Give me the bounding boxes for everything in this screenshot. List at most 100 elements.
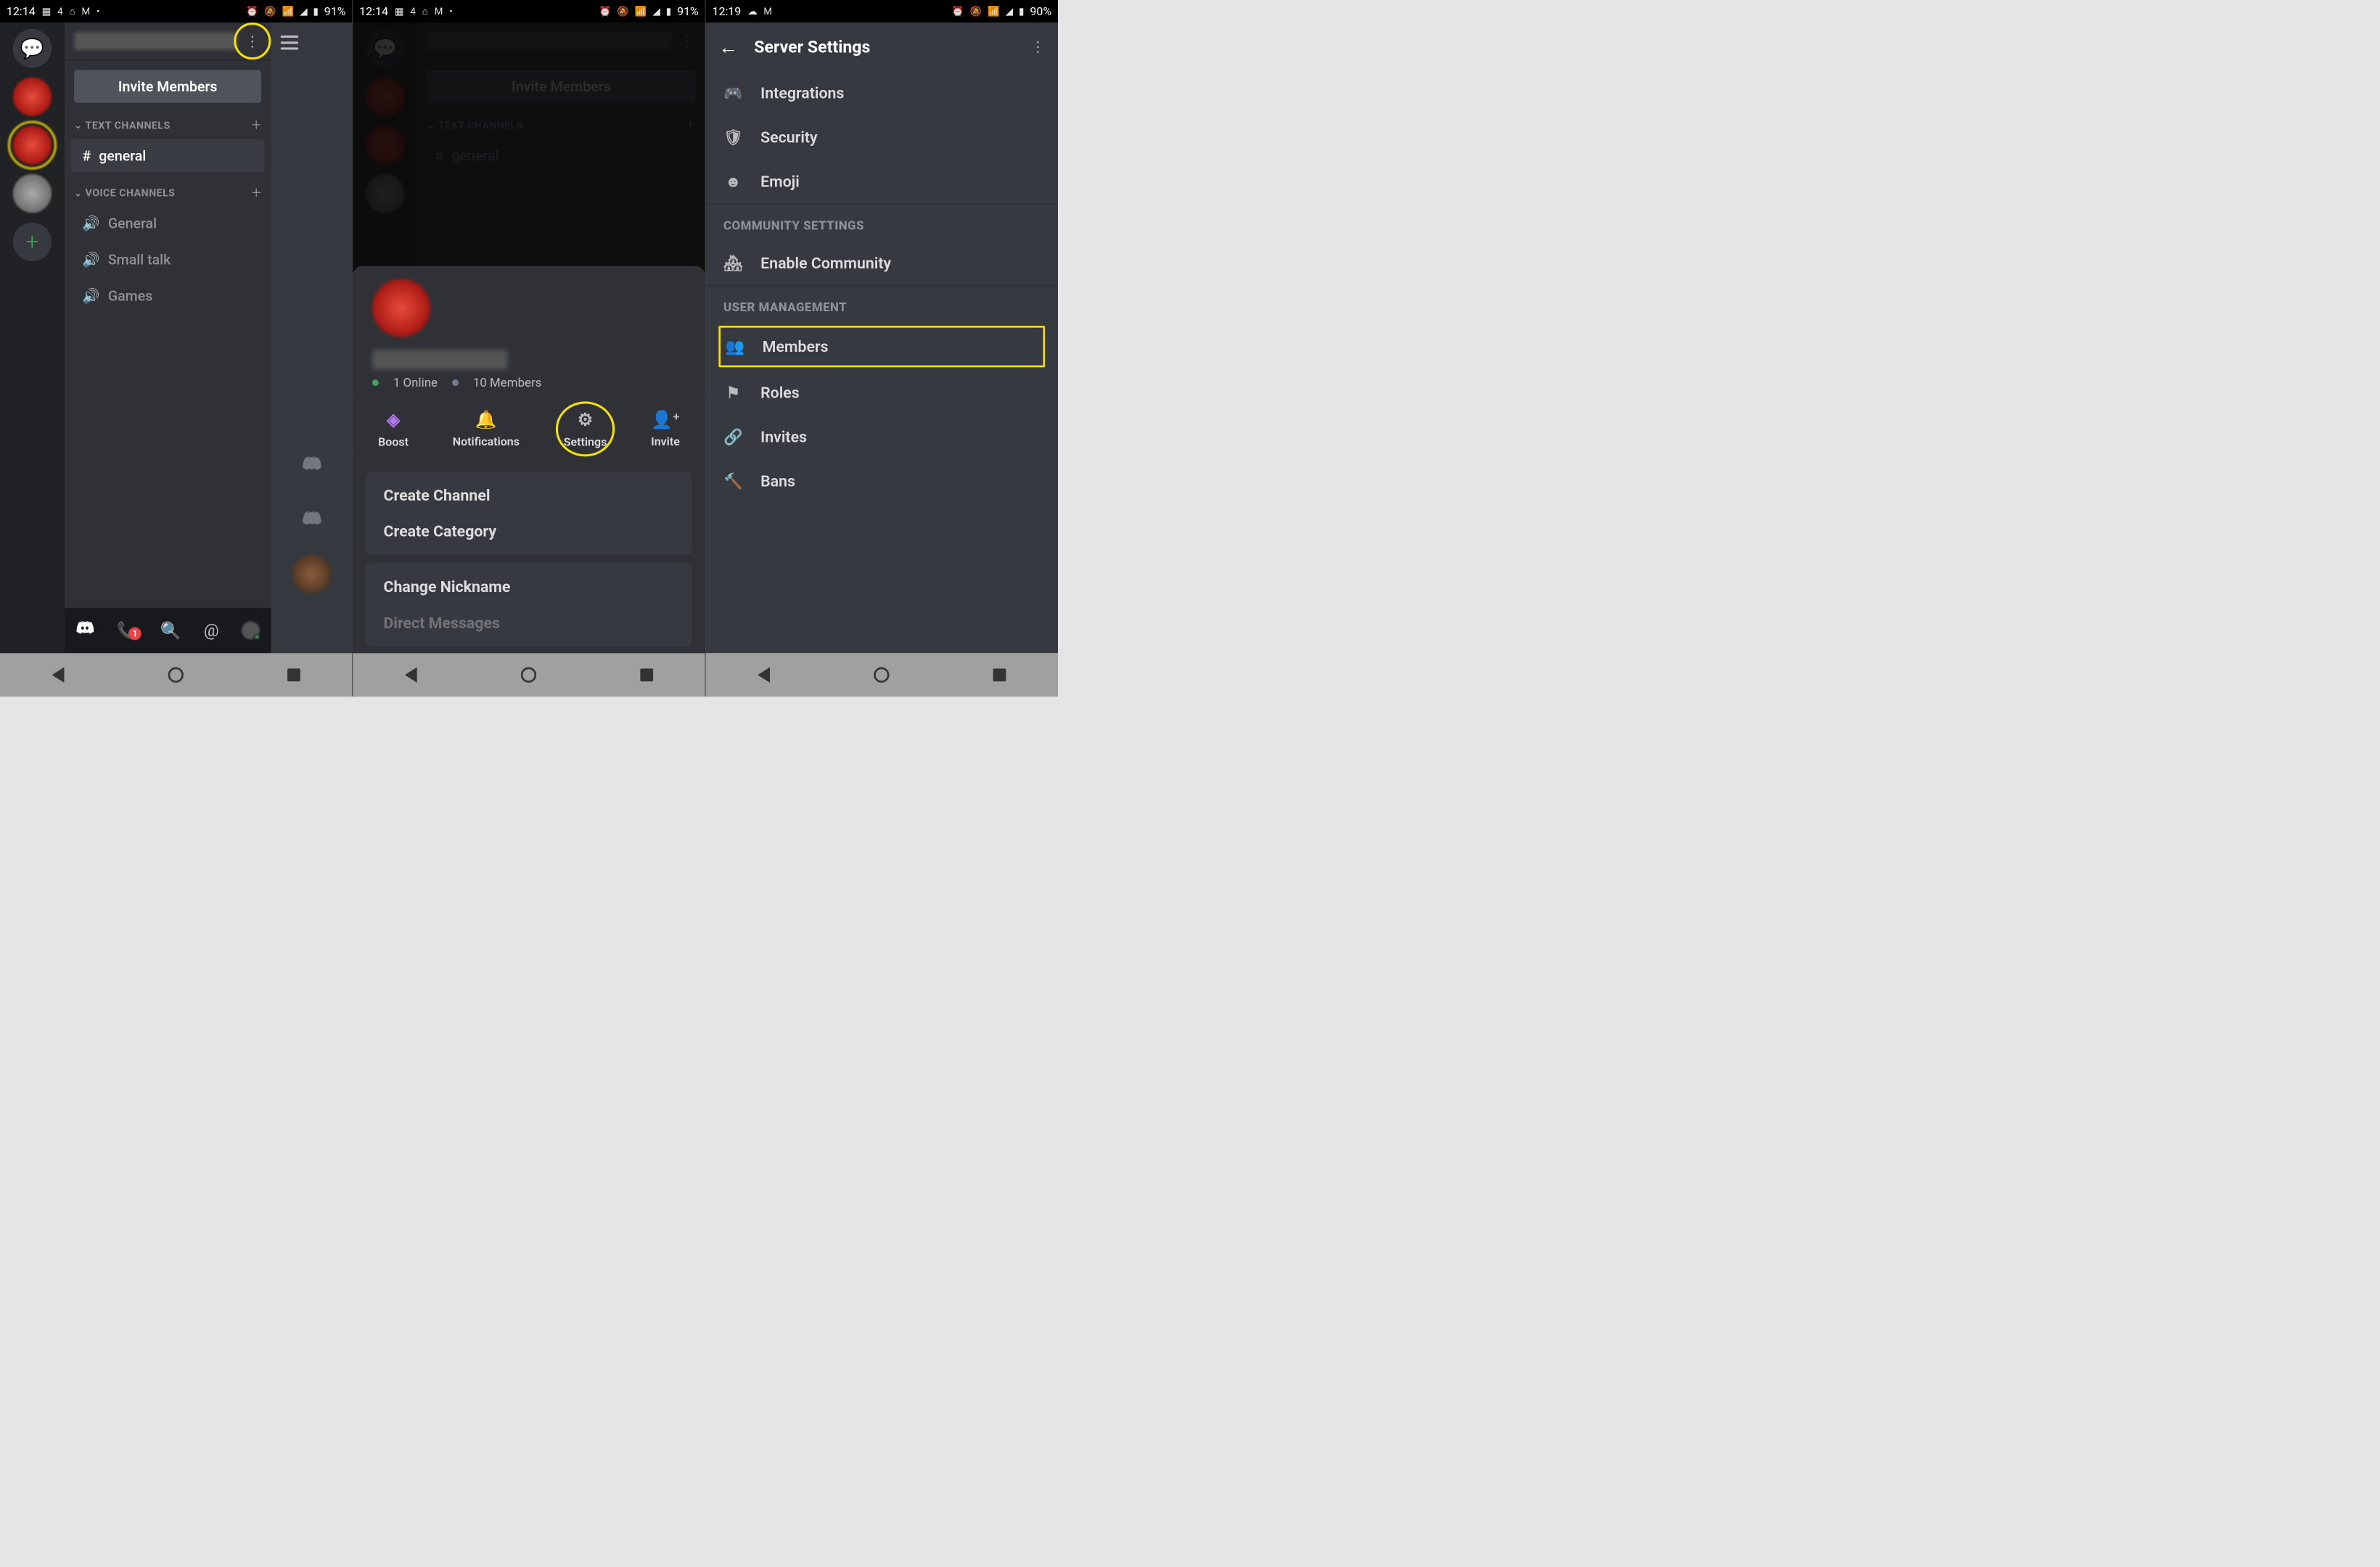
nav-friends-icon[interactable]: 📞1: [117, 620, 138, 640]
nav-back-button[interactable]: [405, 667, 417, 682]
voice-channel-games[interactable]: 🔊 Games: [71, 279, 265, 312]
gear-icon: ⚙: [578, 410, 594, 430]
cloud-icon: ⌂: [70, 6, 75, 17]
create-category-item[interactable]: Create Category: [384, 522, 675, 540]
status-bar: 12:14 ▦ 4 ⌂ M • ⏰ 🔕 📶 ◢ ▮ 91%: [0, 0, 352, 22]
nav-avatar[interactable]: [242, 622, 260, 640]
mute-icon: 🔕: [264, 6, 276, 17]
members-count: 10 Members: [473, 376, 542, 390]
more-button[interactable]: ⋮: [1031, 38, 1046, 55]
server-name: [74, 32, 237, 49]
voice-channel-general[interactable]: 🔊 General: [71, 207, 265, 239]
invites-item[interactable]: 🔗 Invites: [706, 415, 1058, 459]
alarm-icon: ⏰: [246, 6, 258, 17]
nav-home-button[interactable]: [874, 667, 889, 682]
hash-icon: #: [82, 147, 91, 164]
wifi-icon: 📶: [635, 6, 647, 17]
chevron-down-icon: ⌄: [74, 120, 82, 131]
nav-home-button[interactable]: [521, 667, 536, 682]
emoji-icon: ☻: [723, 172, 743, 190]
voice-channel-smalltalk[interactable]: 🔊 Small talk: [71, 243, 265, 276]
text-channels-header[interactable]: ⌄ TEXT CHANNELS +: [65, 112, 271, 138]
message-column: [271, 22, 352, 653]
member-avatar-3[interactable]: [292, 555, 331, 593]
enable-community-item[interactable]: 🏘 Enable Community: [706, 241, 1058, 285]
integrations-item[interactable]: 🎮 Integrations: [706, 71, 1058, 115]
nav-home-button[interactable]: [168, 667, 184, 682]
invite-button[interactable]: 👤⁺ Invite: [651, 410, 680, 449]
image-icon: ▦: [42, 6, 52, 17]
status-bar: 12:19 ☁ M ⏰ 🔕 📶 ◢ ▮ 90%: [706, 0, 1058, 22]
m-icon: M: [763, 6, 772, 17]
roles-item[interactable]: ⚑ Roles: [706, 371, 1058, 415]
add-server-button[interactable]: +: [13, 223, 52, 261]
cloud-icon: ☁: [747, 6, 757, 17]
battery-percent: 90%: [1030, 4, 1051, 18]
nav-back-button[interactable]: [52, 667, 65, 682]
dot-icon: •: [449, 6, 453, 17]
community-settings-header: COMMUNITY SETTINGS: [706, 203, 1058, 241]
emoji-item[interactable]: ☻ Emoji: [706, 160, 1058, 204]
notifications-button[interactable]: 🔔 Notifications: [453, 410, 520, 449]
mute-icon: 🔕: [617, 6, 629, 17]
member-avatar-1[interactable]: [292, 445, 331, 483]
status-time: 12:14: [359, 4, 388, 18]
signal-icon: ◢: [652, 6, 660, 17]
battery-percent: 91%: [324, 4, 346, 18]
server-icon-3[interactable]: [13, 174, 52, 213]
nav-recents-button[interactable]: [993, 668, 1006, 681]
link-icon: 🔗: [723, 427, 743, 445]
security-item[interactable]: 🛡 Security: [706, 115, 1058, 160]
server-more-button[interactable]: ⋮: [244, 32, 261, 49]
phone-2: 12:14 ▦ 4 ⌂ M • ⏰ 🔕 📶 ◢ ▮ 91% 💬: [352, 0, 705, 696]
nav-back-button[interactable]: [758, 667, 770, 682]
settings-header: ← Server Settings ⋮: [706, 22, 1058, 71]
create-channel-item[interactable]: Create Channel: [384, 486, 675, 504]
speaker-icon: 🔊: [82, 287, 99, 304]
signal-icon: ◢: [300, 6, 307, 17]
boost-button[interactable]: ◈ Boost: [378, 410, 409, 449]
server-icon-1[interactable]: [13, 78, 52, 116]
phone-3: 12:19 ☁ M ⏰ 🔕 📶 ◢ ▮ 90% ← Server Setting…: [705, 0, 1058, 696]
add-text-channel-button[interactable]: +: [252, 116, 261, 135]
nav-recents-button[interactable]: [287, 668, 300, 681]
invite-members-button[interactable]: Invite Members: [74, 70, 261, 102]
server-list: 💬 +: [0, 22, 65, 653]
channel-list: ⋮ Invite Members ⌄ TEXT CHANNELS + # gen…: [65, 22, 271, 653]
change-nickname-item[interactable]: Change Nickname: [384, 577, 675, 596]
member-avatar-2[interactable]: [292, 500, 331, 538]
wifi-icon: 📶: [988, 6, 1000, 17]
channel-general[interactable]: # general: [71, 139, 265, 172]
image-icon: ▦: [395, 6, 404, 17]
alarm-icon: ⏰: [599, 6, 612, 17]
sheet-card-1: Create Channel Create Category: [366, 472, 692, 555]
members-item[interactable]: 👥 Members: [718, 326, 1045, 367]
nav-search-icon[interactable]: 🔍: [160, 620, 181, 640]
nav-recents-button[interactable]: [640, 668, 653, 681]
cloud-icon: ⌂: [422, 6, 428, 17]
nav-discord-icon[interactable]: [76, 620, 94, 642]
android-nav: [353, 653, 705, 696]
battery-percent: 91%: [677, 4, 699, 18]
direct-messages-item[interactable]: Direct Messages: [384, 614, 675, 632]
invite-icon: 👤⁺: [651, 410, 680, 430]
online-count: 1 Online: [393, 376, 438, 390]
dm-button[interactable]: 💬: [13, 29, 52, 67]
bans-item[interactable]: 🔨 Bans: [706, 459, 1058, 503]
back-button[interactable]: ←: [718, 36, 738, 59]
discord-bottom-nav: 📞1 🔍 @: [65, 608, 271, 653]
add-voice-channel-button[interactable]: +: [252, 184, 261, 202]
speaker-icon: 🔊: [82, 215, 99, 231]
hamburger-icon[interactable]: [281, 36, 298, 50]
voice-channels-header[interactable]: ⌄ VOICE CHANNELS +: [65, 180, 271, 205]
community-icon: 🏘: [723, 254, 743, 272]
android-nav: [0, 653, 352, 696]
members-dot-icon: [452, 379, 459, 386]
status-time: 12:14: [7, 4, 36, 18]
server-icon-2[interactable]: [13, 126, 52, 164]
members-icon: 👥: [726, 337, 745, 355]
nav-mentions-icon[interactable]: @: [204, 620, 219, 640]
m-icon: M: [81, 6, 90, 17]
settings-button[interactable]: ⚙ Settings: [564, 410, 607, 449]
battery-icon: ▮: [666, 6, 671, 17]
